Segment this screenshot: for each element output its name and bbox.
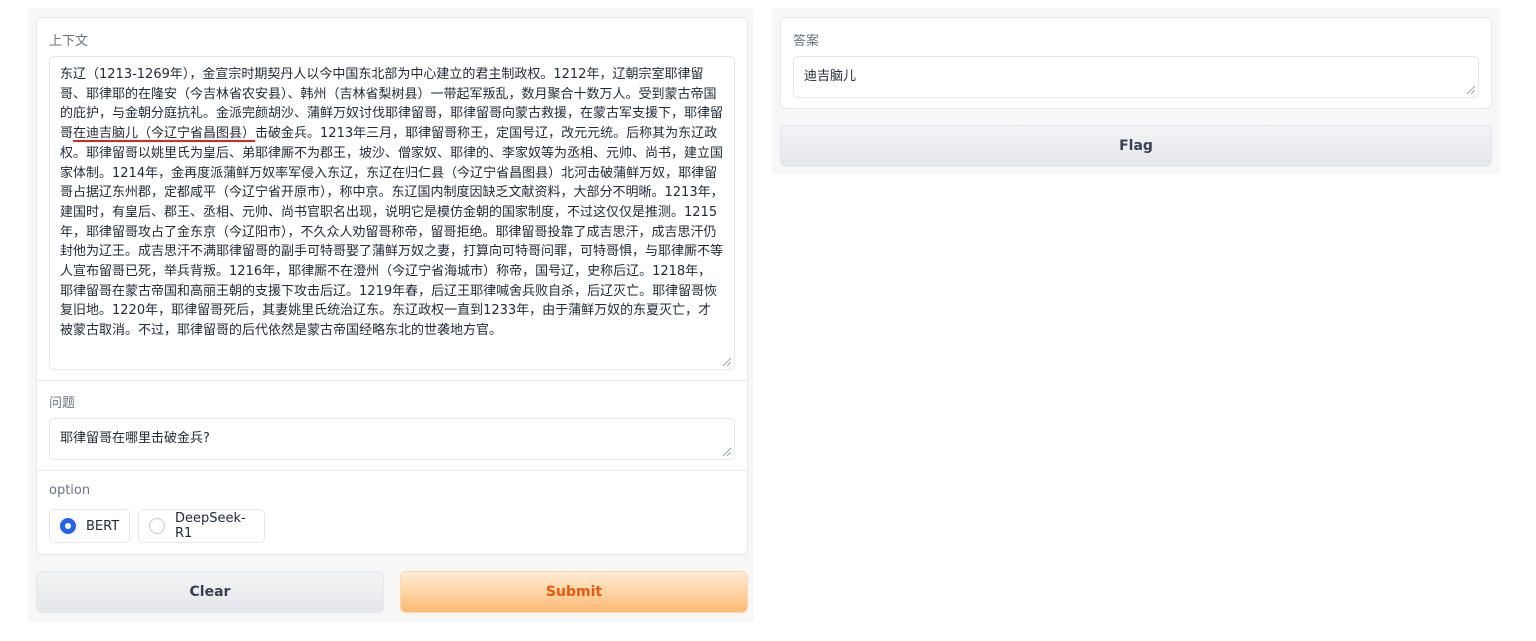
flag-button[interactable]: Flag [780,125,1492,167]
radio-option-label: DeepSeek-R1 [175,511,246,541]
question-textarea[interactable]: 耶律留哥在哪里击破金兵? [49,418,735,460]
resize-grip-icon[interactable] [720,355,732,367]
context-label: 上下文 [49,34,89,49]
question-label: 问题 [49,396,76,411]
resize-grip-icon[interactable] [1464,83,1476,95]
context-highlight: 在迪吉脑儿（今辽宁省昌图县） [73,126,256,142]
radio-option-bert[interactable]: BERT [49,509,130,543]
divider [37,470,747,471]
radio-option-deepseek[interactable]: DeepSeek-R1 [138,509,265,543]
radio-option-label: BERT [86,518,120,534]
context-textarea[interactable]: 东辽（1213-1269年），金宣宗时期契丹人以今中国东北部为中心建立的君主制政… [49,56,735,370]
answer-text: 迪吉脑儿 [804,69,857,84]
answer-textarea[interactable]: 迪吉脑儿 [793,56,1479,98]
submit-button[interactable]: Submit [400,571,748,613]
option-label: option [49,483,91,498]
question-text: 耶律留哥在哪里击破金兵? [60,431,210,446]
radio-unselected-icon [149,518,165,534]
context-text-after: 击破金兵。1213年三月，耶律留哥称王，定国号辽，改元元统。后称其为东辽政权。耶… [60,126,724,339]
radio-selected-icon [60,518,76,534]
answer-label: 答案 [793,34,820,49]
clear-button[interactable]: Clear [36,571,384,613]
divider [37,380,747,381]
resize-grip-icon[interactable] [720,445,732,457]
